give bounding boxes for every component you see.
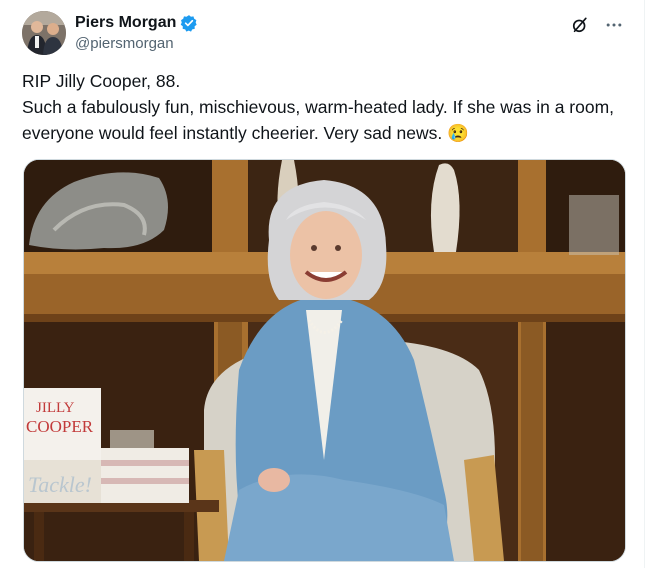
book-title-line3: Tackle! bbox=[28, 472, 92, 497]
tweet-header: Piers Morgan @piersmorgan bbox=[22, 11, 632, 57]
author-handle[interactable]: @piersmorgan bbox=[75, 34, 198, 54]
tweet-media-photo[interactable]: JILLY COOPER Tackle! bbox=[23, 159, 626, 562]
book-title-line2: COOPER bbox=[26, 417, 94, 436]
author-name-row[interactable]: Piers Morgan bbox=[75, 13, 198, 33]
tweet-text-line2: Such a fabulously fun, mischievous, warm… bbox=[22, 97, 615, 143]
photo-illustration: JILLY COOPER Tackle! bbox=[24, 160, 625, 561]
author-display-name[interactable]: Piers Morgan bbox=[75, 13, 176, 33]
author-names: Piers Morgan @piersmorgan bbox=[75, 13, 198, 54]
tweet-text-line1: RIP Jilly Cooper, 88. bbox=[22, 71, 181, 91]
tweet-card: Piers Morgan @piersmorgan RIP Jilly Coop… bbox=[0, 0, 645, 568]
tweet-actions bbox=[570, 15, 624, 35]
verified-badge-icon[interactable] bbox=[180, 14, 198, 32]
tweet-text: RIP Jilly Cooper, 88. Such a fabulously … bbox=[22, 68, 622, 146]
more-icon[interactable] bbox=[604, 15, 624, 35]
grok-icon[interactable] bbox=[570, 15, 590, 35]
book-title-line1: JILLY bbox=[36, 400, 75, 416]
author-avatar[interactable] bbox=[22, 11, 66, 55]
